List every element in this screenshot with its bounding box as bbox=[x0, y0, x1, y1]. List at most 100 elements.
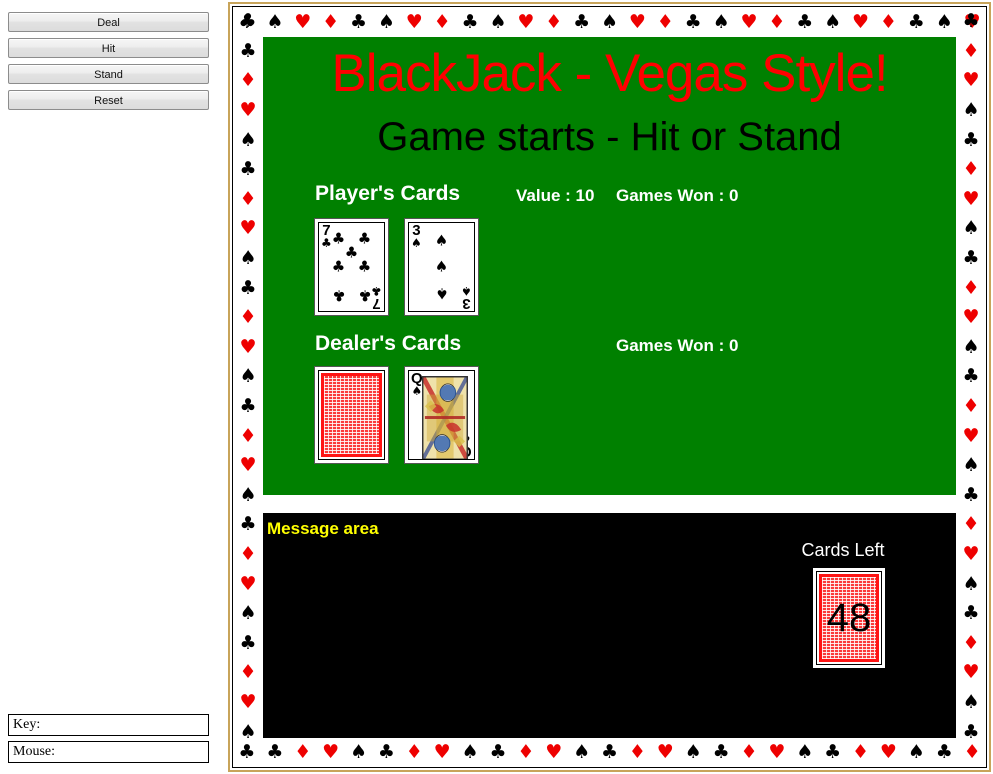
card-corner-index: Q♠ bbox=[411, 370, 423, 398]
game-title: BlackJack - Vegas Style! bbox=[331, 44, 888, 103]
club-suit-icon: ♣ bbox=[962, 365, 980, 388]
spade-suit-icon: ♠ bbox=[266, 10, 284, 33]
spade-suit-icon: ♠ bbox=[239, 483, 257, 506]
spade-suit-icon: ♠ bbox=[489, 10, 507, 33]
diamond-suit-icon: ♦ bbox=[962, 39, 980, 62]
spade-suit-icon: ♠ bbox=[907, 740, 925, 763]
spade-suit-icon: ♠ bbox=[411, 235, 422, 250]
card-corner-index: 7 ♣ bbox=[371, 284, 382, 312]
card-pip: ♠ bbox=[434, 231, 449, 250]
heart-suit-icon: ♥ bbox=[322, 740, 340, 763]
heart-suit-icon: ♥ bbox=[962, 542, 980, 565]
club-suit-icon: ♣ bbox=[239, 39, 257, 62]
club-suit-icon: ♣ bbox=[684, 10, 702, 33]
card-corner-index: 3 ♠ bbox=[411, 222, 422, 250]
club-suit-icon: ♣ bbox=[962, 247, 980, 270]
diamond-suit-icon: ♦ bbox=[879, 10, 897, 33]
diamond-suit-icon: ♦ bbox=[545, 10, 563, 33]
card-pip: ♣ bbox=[344, 243, 359, 262]
key-status-field: Key: bbox=[8, 714, 209, 736]
deck-card-back: 48 bbox=[816, 571, 882, 665]
diamond-suit-icon: ♦ bbox=[239, 306, 257, 329]
diamond-suit-icon: ♦ bbox=[962, 631, 980, 654]
club-suit-icon: ♣ bbox=[935, 740, 953, 763]
card-face: Q♠Q♠ bbox=[408, 370, 475, 460]
diamond-suit-icon: ♦ bbox=[517, 740, 535, 763]
suit-border-right: ♣ ♦ ♥ ♠ ♣ ♦ ♥ ♠ ♣ ♦ ♥ ♠ ♣ ♦ ♥ ♠ ♣ ♦ ♥ ♠ ♣ ♦ ♥ ♠ ♣ bbox=[956, 7, 986, 767]
suit-border-left: ♣ ♣ ♦ ♥ ♠ ♣ ♦ ♥ ♠ ♣ ♦ ♥ ♠ ♣ ♦ ♥ ♠ ♣ ♦ ♥ ♠ ♣ ♦ ♥ ♠ bbox=[233, 7, 263, 767]
spade-suit-icon: ♠ bbox=[573, 740, 591, 763]
card-pip: ♠ bbox=[434, 257, 449, 276]
club-suit-icon: ♣ bbox=[962, 10, 980, 33]
diamond-suit-icon: ♦ bbox=[294, 740, 312, 763]
spade-suit-icon: ♠ bbox=[349, 740, 368, 763]
spade-suit-icon: ♠ bbox=[824, 10, 842, 33]
card-pip: ♣ bbox=[331, 257, 346, 276]
spade-suit-icon: ♠ bbox=[935, 10, 953, 33]
spade-suit-icon: ♠ bbox=[601, 10, 619, 33]
reset-button[interactable]: Reset bbox=[8, 90, 209, 110]
deal-button[interactable]: Deal bbox=[8, 12, 209, 32]
club-suit-icon: ♣ bbox=[907, 10, 925, 33]
club-suit-icon: ♣ bbox=[321, 235, 332, 250]
card-pip: ♣ bbox=[357, 286, 372, 305]
card-back-pattern bbox=[321, 373, 382, 457]
player-card-1[interactable]: 7 ♣ 7 ♣ ♣ ♣ ♣ ♣ ♣ ♣ ♣ bbox=[315, 219, 388, 315]
player-value-text: Value : 10 bbox=[516, 186, 595, 205]
heart-suit-icon: ♥ bbox=[239, 572, 257, 595]
dealer-card-2[interactable]: Q♠Q♠ bbox=[405, 367, 478, 463]
heart-suit-icon: ♥ bbox=[433, 740, 451, 763]
card-corner-index: 7 ♣ bbox=[321, 222, 332, 250]
club-suit-icon: ♣ bbox=[377, 740, 395, 763]
hit-button[interactable]: Hit bbox=[8, 38, 209, 58]
diamond-suit-icon: ♦ bbox=[962, 395, 980, 418]
player-card-2[interactable]: 3 ♠ 3 ♠ ♠ ♠ ♠ bbox=[405, 219, 478, 315]
heart-suit-icon: ♥ bbox=[962, 69, 980, 92]
heart-suit-icon: ♥ bbox=[879, 740, 897, 763]
club-suit-icon: ♣ bbox=[239, 276, 257, 299]
diamond-suit-icon: ♦ bbox=[740, 740, 758, 763]
control-panel: Deal Hit Stand Reset Key: Mouse: bbox=[0, 0, 228, 774]
club-suit-icon: ♣ bbox=[712, 740, 730, 763]
dealer-hand-label: Dealer's Cards bbox=[315, 332, 462, 355]
game-frame: ♣ ♠ ♥ ♦ ♣ ♠ ♥ ♦ ♣ ♠ ♥ ♦ ♣ ♠ ♥ ♦ ♣ ♠ ♥ ♦ ♣ ♠ ♥ ♦ ♣ ♠ ♥ ♣ ♣ ♦ ♥ ♠ ♣ ♦ ♥ ♠ ♣ ♦ ♥… bbox=[228, 2, 991, 772]
diamond-suit-icon: ♦ bbox=[962, 158, 980, 181]
cards-left-count: 48 bbox=[826, 596, 872, 640]
heart-suit-icon: ♥ bbox=[405, 10, 423, 33]
heart-suit-icon: ♥ bbox=[545, 740, 563, 763]
club-suit-icon: ♣ bbox=[796, 10, 814, 33]
club-suit-icon: ♣ bbox=[601, 740, 619, 763]
diamond-suit-icon: ♦ bbox=[405, 740, 423, 763]
deck-card[interactable]: 48 bbox=[813, 568, 885, 668]
spade-suit-icon: ♠ bbox=[962, 99, 980, 122]
card-pip: ♣ bbox=[357, 257, 372, 276]
diamond-suit-icon: ♦ bbox=[768, 10, 786, 33]
club-suit-icon: ♣ bbox=[239, 395, 257, 418]
card-back bbox=[318, 370, 385, 460]
message-panel: Message area Cards Left 48 bbox=[263, 513, 956, 738]
suit-border-top: ♣ ♠ ♥ ♦ ♣ ♠ ♥ ♦ ♣ ♠ ♥ ♦ ♣ ♠ ♥ ♦ ♣ ♠ ♥ ♦ ♣ ♠ ♥ ♦ ♣ ♠ ♥ bbox=[233, 7, 986, 37]
spade-suit-icon: ♠ bbox=[239, 602, 257, 625]
game-subtitle: Game starts - Hit or Stand bbox=[377, 115, 842, 159]
diamond-suit-icon: ♦ bbox=[239, 424, 257, 447]
card-table: BlackJack - Vegas Style! Game starts - H… bbox=[263, 37, 956, 495]
card-pip: ♣ bbox=[331, 229, 346, 248]
heart-suit-icon: ♥ bbox=[962, 306, 980, 329]
heart-suit-icon: ♥ bbox=[517, 10, 535, 33]
diamond-suit-icon: ♦ bbox=[239, 69, 257, 92]
spade-suit-icon: ♠ bbox=[461, 740, 479, 763]
heart-suit-icon: ♥ bbox=[962, 661, 980, 684]
card-face: 3 ♠ 3 ♠ ♠ ♠ ♠ bbox=[408, 222, 475, 312]
diamond-suit-icon: ♦ bbox=[628, 740, 646, 763]
dealer-card-1[interactable] bbox=[315, 367, 388, 463]
club-suit-icon: ♣ bbox=[239, 10, 257, 33]
club-suit-icon: ♣ bbox=[962, 720, 980, 743]
key-status-label: Key: bbox=[13, 717, 41, 732]
spade-suit-icon: ♠ bbox=[962, 690, 980, 713]
heart-suit-icon: ♥ bbox=[239, 454, 257, 477]
club-suit-icon: ♣ bbox=[371, 284, 382, 299]
club-suit-icon: ♣ bbox=[239, 631, 257, 654]
stand-button[interactable]: Stand bbox=[8, 64, 209, 84]
club-suit-icon: ♣ bbox=[824, 740, 842, 763]
spade-suit-icon: ♠ bbox=[962, 217, 980, 240]
